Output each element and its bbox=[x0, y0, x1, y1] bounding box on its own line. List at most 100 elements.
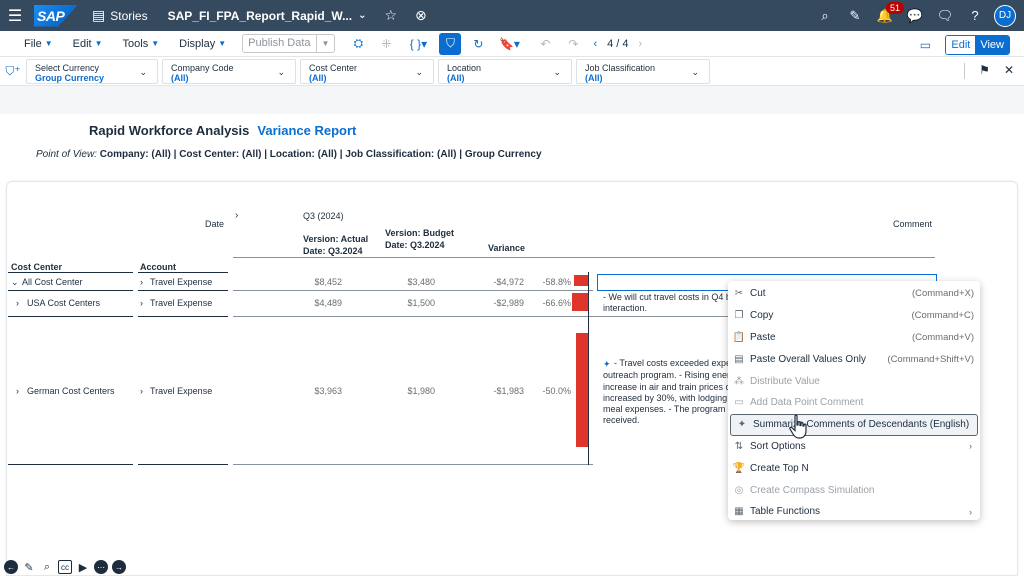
feedback-icon[interactable]: 💬 bbox=[900, 0, 930, 31]
context-menu-item[interactable]: ✦ Summarize Comments of Descendants (Engl… bbox=[730, 413, 978, 436]
idea-icon[interactable]: ✎ bbox=[840, 0, 870, 31]
filter-location[interactable]: Location (All) ⌄ bbox=[438, 58, 572, 84]
publish-data-button[interactable]: Publish Data ▼ bbox=[242, 34, 336, 53]
next-page-icon[interactable]: › bbox=[639, 38, 643, 50]
comment-cell-line2[interactable]: outreach program. - Rising energ bbox=[603, 370, 735, 380]
close-icon[interactable]: ✕ bbox=[1004, 63, 1014, 79]
variance-pct-cell[interactable]: -66.6% bbox=[531, 298, 571, 308]
expand-date-icon[interactable]: › bbox=[235, 210, 238, 221]
display-menu[interactable]: Display ▼ bbox=[169, 38, 236, 50]
formula-icon[interactable]: ⛭ bbox=[347, 33, 369, 55]
variance-pct-cell[interactable]: -58.8% bbox=[531, 277, 571, 287]
chevron-right-icon: › bbox=[969, 506, 972, 517]
cost-center-cell[interactable]: German Cost Centers bbox=[27, 386, 115, 396]
bookmark-icon[interactable]: 🔖▾ bbox=[495, 33, 523, 55]
forward-icon[interactable]: → bbox=[112, 560, 126, 574]
context-menu-label: Table Functions bbox=[750, 506, 821, 518]
stories-button[interactable]: ▤ Stories bbox=[92, 7, 148, 24]
filter-settings-icon[interactable]: ⚑ bbox=[979, 63, 990, 79]
edit-mode-button[interactable]: Edit bbox=[946, 36, 976, 54]
variance-bar[interactable] bbox=[575, 333, 588, 447]
chevron-down-icon[interactable]: ⌄ bbox=[358, 10, 366, 21]
context-menu-item[interactable]: 🏆 Create Top N bbox=[728, 457, 980, 479]
comment-cell-line1[interactable]: - Travel costs exceeded exper bbox=[614, 358, 734, 368]
context-menu-item[interactable]: ❐ Copy (Command+C) bbox=[728, 305, 980, 327]
back-icon[interactable]: ← bbox=[4, 560, 18, 574]
variance-bar[interactable] bbox=[573, 275, 588, 286]
filter-company-code[interactable]: Company Code (All) ⌄ bbox=[162, 58, 296, 84]
star-icon[interactable]: ☆ bbox=[384, 7, 397, 24]
account-expand-icon[interactable]: › bbox=[140, 277, 143, 287]
expand-row-icon[interactable]: › bbox=[16, 298, 19, 308]
notifications-icon[interactable]: 🔔 51 bbox=[870, 0, 905, 31]
divider bbox=[138, 316, 228, 317]
filter-add-icon[interactable]: ⛉⁺ bbox=[2, 64, 24, 79]
expand-row-icon[interactable]: › bbox=[16, 386, 19, 396]
expand-row-icon[interactable]: ⌄ bbox=[11, 277, 19, 288]
filter-job-classification[interactable]: Job Classification (All) ⌄ bbox=[576, 58, 710, 84]
context-menu-item[interactable]: ▭ Add Data Point Comment bbox=[728, 392, 980, 414]
account-cell[interactable]: Travel Expense bbox=[150, 298, 212, 308]
cost-center-cell[interactable]: All Cost Center bbox=[22, 277, 83, 287]
refresh-icon[interactable]: ↻ bbox=[467, 33, 489, 55]
collaboration-icon[interactable]: 🗨 bbox=[930, 0, 960, 31]
variance-cell[interactable]: -$2,989 bbox=[474, 298, 524, 308]
account-cell[interactable]: Travel Expense bbox=[150, 386, 212, 396]
filter-cost-center[interactable]: Cost Center (All) ⌄ bbox=[300, 58, 434, 84]
context-menu-item[interactable]: ⇅ Sort Options › bbox=[728, 436, 980, 458]
previous-page-icon[interactable]: ‹ bbox=[593, 38, 597, 50]
zoom-icon[interactable]: ⌕ bbox=[40, 560, 54, 574]
hierarchy-icon[interactable]: ⁜ bbox=[375, 33, 397, 55]
chevron-down-icon[interactable]: ▼ bbox=[315, 35, 335, 52]
document-title[interactable]: SAP_FI_FPA_Report_Rapid_W... ⌄ bbox=[168, 9, 367, 23]
braces-icon[interactable]: { }▾ bbox=[403, 33, 433, 55]
tools-menu[interactable]: Tools ▼ bbox=[113, 38, 170, 50]
menu-icon[interactable]: ☰ bbox=[0, 0, 30, 31]
redo-icon[interactable]: ↷ bbox=[562, 33, 584, 55]
comment-cell-line3[interactable]: increase in air and train prices co bbox=[603, 382, 735, 392]
captions-icon[interactable]: cc bbox=[58, 560, 72, 574]
undo-icon[interactable]: ↶ bbox=[534, 33, 556, 55]
actual-cell[interactable]: $8,452 bbox=[292, 277, 342, 287]
sap-logo[interactable]: SAP bbox=[34, 4, 78, 27]
help-icon[interactable]: ? bbox=[960, 0, 990, 31]
actual-cell[interactable]: $3,963 bbox=[292, 386, 342, 396]
budget-cell[interactable]: $1,980 bbox=[385, 386, 435, 396]
context-menu-item[interactable]: ▦ Table Functions › bbox=[728, 501, 980, 523]
comment-cell-line5[interactable]: meal expenses. - The program al bbox=[603, 404, 735, 414]
budget-cell[interactable]: $1,500 bbox=[385, 298, 435, 308]
chevron-down-icon: ▼ bbox=[94, 39, 103, 48]
context-menu-shortcut: (Command+C) bbox=[911, 310, 974, 322]
account-cell[interactable]: Travel Expense bbox=[150, 277, 212, 287]
device-preview-icon[interactable]: ▭ bbox=[914, 34, 936, 56]
search-icon[interactable]: ⌕ bbox=[810, 0, 840, 31]
view-mode-button[interactable]: View bbox=[975, 36, 1009, 54]
edit-menu[interactable]: Edit ▼ bbox=[63, 38, 113, 50]
file-menu[interactable]: File ▼ bbox=[14, 38, 63, 50]
comment-cell-line6[interactable]: received. bbox=[603, 415, 640, 425]
context-menu-item[interactable]: 📋 Paste (Command+V) bbox=[728, 327, 980, 349]
account-expand-icon[interactable]: › bbox=[140, 298, 143, 308]
pen-icon[interactable]: ✎ bbox=[22, 560, 36, 574]
variance-cell[interactable]: -$4,972 bbox=[474, 277, 524, 287]
context-menu-item[interactable]: ⁂ Distribute Value bbox=[728, 370, 980, 392]
more-icon[interactable]: ⋯ bbox=[94, 560, 108, 574]
comment-cell-line2[interactable]: interaction. bbox=[603, 303, 647, 313]
filter-select-currency[interactable]: Select Currency Group Currency ⌄ bbox=[26, 58, 158, 84]
comment-cell[interactable]: - We will cut travel costs in Q4 by bbox=[603, 292, 735, 302]
actual-cell[interactable]: $4,489 bbox=[292, 298, 342, 308]
cost-center-cell[interactable]: USA Cost Centers bbox=[27, 298, 100, 308]
variance-pct-cell[interactable]: -50.0% bbox=[531, 386, 571, 396]
close-circle-icon[interactable]: ⊗ bbox=[415, 7, 427, 24]
variance-cell[interactable]: -$1,983 bbox=[474, 386, 524, 396]
context-menu-item[interactable]: ▤ Paste Overall Values Only (Command+Shift… bbox=[728, 348, 980, 370]
comment-cell-line4[interactable]: increased by 30%, with lodging c bbox=[603, 393, 734, 403]
avatar[interactable]: DJ bbox=[994, 4, 1016, 27]
context-menu-item[interactable]: ✂ Cut (Command+X) bbox=[728, 283, 980, 305]
budget-cell[interactable]: $3,480 bbox=[385, 277, 435, 287]
filter-icon[interactable]: ⛉ bbox=[439, 32, 462, 55]
variance-bar[interactable] bbox=[572, 293, 588, 311]
account-expand-icon[interactable]: › bbox=[140, 386, 143, 396]
camera-icon[interactable]: ▶ bbox=[76, 560, 90, 574]
context-menu-item[interactable]: ◎ Create Compass Simulation bbox=[728, 479, 980, 501]
